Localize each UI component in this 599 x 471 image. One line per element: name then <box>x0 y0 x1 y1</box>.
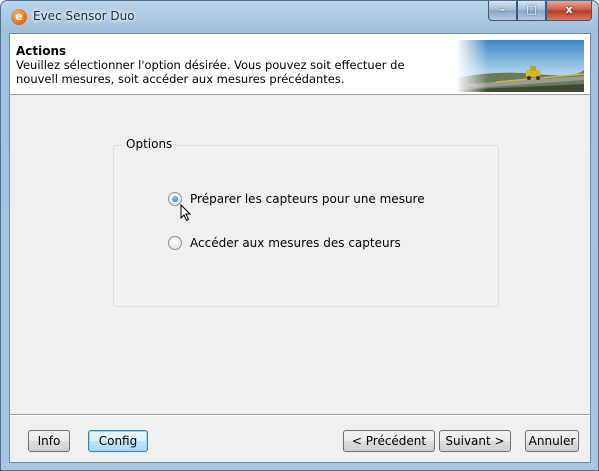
maximize-button[interactable]: □ <box>517 1 546 21</box>
info-button[interactable]: Info <box>28 430 70 452</box>
header-description: Veuillez sélectionner l'option désirée. … <box>16 58 405 86</box>
footer-separator <box>10 414 590 416</box>
wizard-header: Actions Veuillez sélectionner l'option d… <box>10 34 590 95</box>
radio-label-access: Accéder aux mesures des capteurs <box>190 236 401 250</box>
window-title: Evec Sensor Duo <box>33 9 135 23</box>
previous-button[interactable]: < Précédent <box>343 430 435 452</box>
title-bar[interactable]: e Evec Sensor Duo – □ x <box>1 1 598 33</box>
wizard-client-area: Actions Veuillez sélectionner l'option d… <box>9 33 591 463</box>
wizard-window: e Evec Sensor Duo – □ x Actions Veuillez… <box>0 0 599 471</box>
options-group-label: Options <box>122 137 177 151</box>
header-banner-image <box>456 40 584 92</box>
app-icon: e <box>11 9 27 25</box>
close-button[interactable]: x <box>546 1 592 21</box>
radio-label-prepare: Préparer les capteurs pour une mesure <box>190 192 425 206</box>
radio-option-access[interactable]: Accéder aux mesures des capteurs <box>168 236 401 250</box>
header-title: Actions <box>16 44 67 58</box>
radio-option-prepare[interactable]: Préparer les capteurs pour une mesure <box>168 192 425 206</box>
radio-button-unchecked[interactable] <box>168 236 182 250</box>
cancel-button[interactable]: Annuler <box>525 430 579 452</box>
config-button[interactable]: Config <box>88 430 148 452</box>
caption-buttons: – □ x <box>488 1 592 21</box>
minimize-button[interactable]: – <box>488 1 517 21</box>
next-button[interactable]: Suivant > <box>439 430 511 452</box>
mouse-cursor-icon <box>180 203 192 226</box>
options-groupbox <box>113 145 499 307</box>
